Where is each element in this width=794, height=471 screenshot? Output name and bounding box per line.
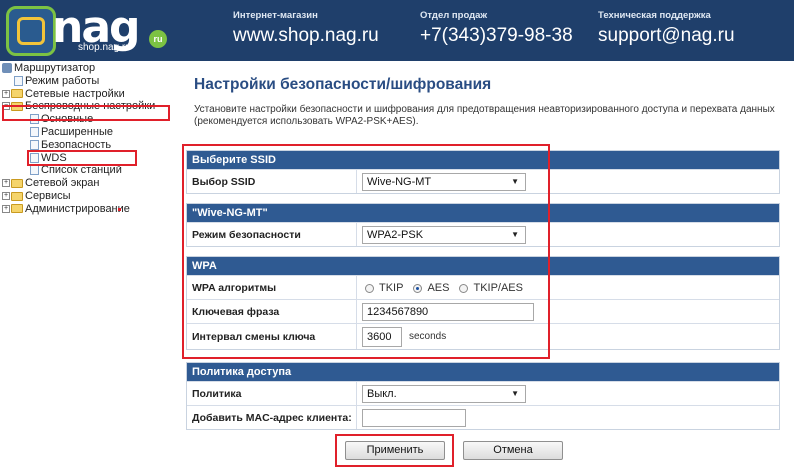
access-section-header: Политика доступа bbox=[187, 363, 779, 381]
highlight-apply bbox=[335, 434, 454, 467]
header-sales: Отдел продаж +7(343)379-98-38 bbox=[420, 10, 573, 47]
mac-row: Добавить MAC-адрес клиента: bbox=[187, 405, 779, 429]
folder-icon bbox=[11, 191, 23, 201]
expand-plus-icon[interactable]: + bbox=[2, 179, 10, 188]
tree-item-label: Расширенные bbox=[41, 125, 113, 138]
tree-item-label: Список станций bbox=[41, 164, 122, 177]
page-description: Установите настройки безопасности и шифр… bbox=[194, 104, 775, 127]
tree-item-label: Сервисы bbox=[25, 189, 71, 202]
header-shop-value[interactable]: www.shop.nag.ru bbox=[233, 25, 379, 47]
nav-tree: Маршрутизатор Режим работы + Сетевые наст… bbox=[2, 62, 182, 216]
header-shop-caption: Интернет-магазин bbox=[233, 10, 318, 21]
policy-row: Политика Выкл. ▼ bbox=[187, 381, 779, 405]
logo-mark-icon bbox=[6, 6, 56, 56]
tree-item-services[interactable]: + Сервисы bbox=[2, 190, 182, 203]
header-sales-caption: Отдел продаж bbox=[420, 10, 488, 21]
policy-select[interactable]: Выкл. ▼ bbox=[362, 385, 526, 403]
folder-icon bbox=[11, 204, 23, 214]
mac-input[interactable] bbox=[362, 409, 466, 427]
folder-icon bbox=[11, 89, 23, 99]
nag-logo[interactable]: nag shop.nag.ru ru bbox=[6, 2, 170, 58]
page-icon bbox=[30, 139, 39, 150]
expand-plus-icon[interactable]: + bbox=[2, 204, 10, 213]
expand-plus-icon[interactable]: + bbox=[2, 89, 10, 98]
logo-badge: ru bbox=[149, 30, 167, 48]
highlight-wireless bbox=[2, 105, 170, 121]
header-shop[interactable]: Интернет-магазин www.shop.nag.ru bbox=[233, 10, 379, 47]
header-sales-value: +7(343)379-98-38 bbox=[420, 25, 573, 46]
policy-label: Политика bbox=[187, 382, 357, 405]
cursor-mark bbox=[118, 208, 121, 211]
router-icon bbox=[2, 63, 12, 74]
access-section: Политика доступа Политика Выкл. ▼ Добави… bbox=[186, 362, 780, 430]
folder-icon bbox=[11, 178, 23, 188]
dropdown-arrow-icon: ▼ bbox=[511, 389, 519, 398]
header-support-value[interactable]: support@nag.ru bbox=[598, 25, 735, 47]
mac-label: Добавить MAC-адрес клиента: bbox=[187, 406, 357, 429]
tree-item-admin[interactable]: + Администрирование bbox=[2, 203, 182, 216]
page-icon bbox=[30, 127, 39, 138]
tree-root-label: Маршрутизатор bbox=[14, 62, 96, 74]
site-header: nag shop.nag.ru ru Интернет-магазин www.… bbox=[0, 0, 794, 61]
policy-select-value: Выкл. bbox=[367, 388, 397, 400]
cancel-button[interactable]: Отмена bbox=[463, 441, 563, 460]
page-icon bbox=[30, 165, 39, 176]
header-support-caption: Техническая поддержка bbox=[598, 10, 711, 21]
header-support[interactable]: Техническая поддержка support@nag.ru bbox=[598, 10, 735, 47]
tree-item-label: Безопасность bbox=[41, 138, 112, 151]
tree-item-label: Сетевой экран bbox=[25, 177, 100, 190]
tree-item-advanced[interactable]: Расширенные bbox=[2, 126, 182, 139]
tree-item-mode[interactable]: Режим работы bbox=[2, 75, 182, 88]
page-title: Настройки безопасности/шифрования bbox=[194, 76, 492, 93]
tree-item-label: Администрирование bbox=[25, 202, 130, 215]
tree-item-label: Сетевые настройки bbox=[25, 87, 125, 100]
logo-subtitle: shop.nag.ru bbox=[78, 42, 131, 53]
tree-item-label: Режим работы bbox=[25, 74, 100, 87]
expand-plus-icon[interactable]: + bbox=[2, 192, 10, 201]
page-icon bbox=[14, 75, 23, 86]
highlight-settings bbox=[182, 144, 550, 359]
tree-item-network[interactable]: + Сетевые настройки bbox=[2, 88, 182, 101]
tree-root[interactable]: Маршрутизатор bbox=[2, 62, 182, 75]
tree-item-stations[interactable]: Список станций bbox=[2, 164, 182, 177]
tree-item-firewall[interactable]: + Сетевой экран bbox=[2, 177, 182, 190]
highlight-security bbox=[27, 150, 137, 166]
